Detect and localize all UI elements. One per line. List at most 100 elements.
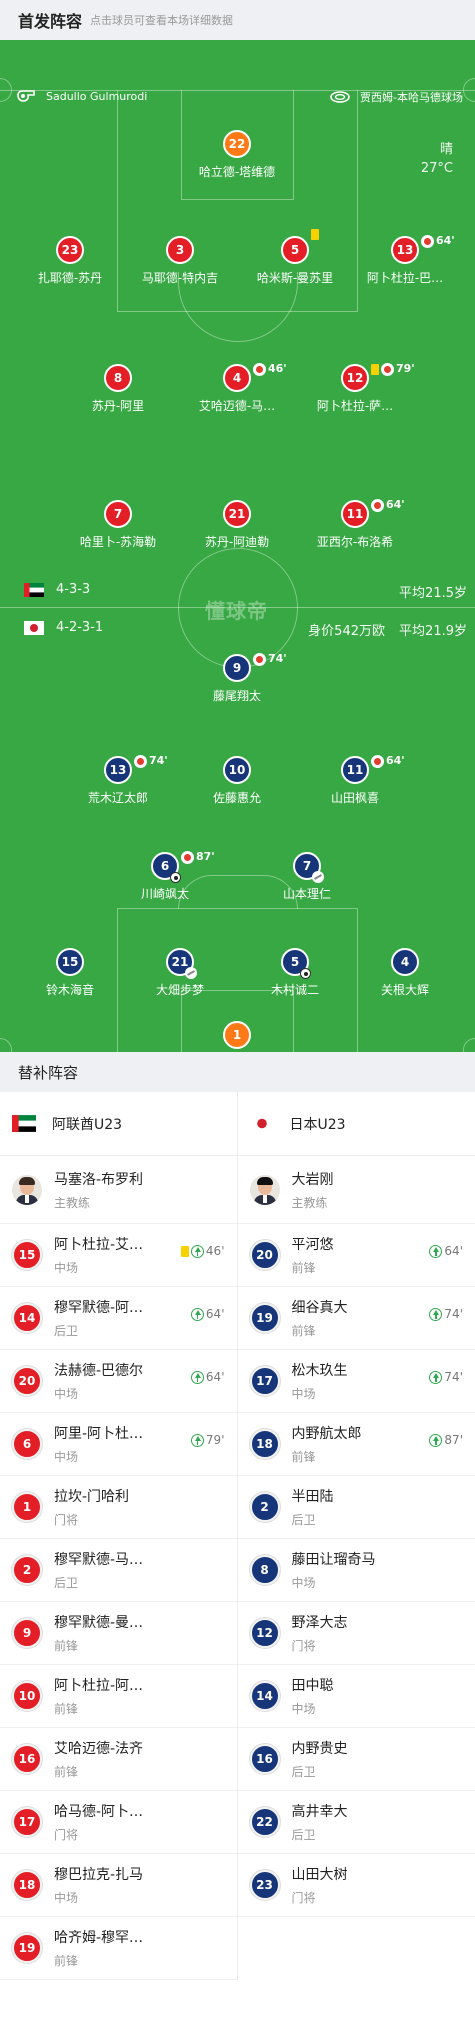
yellow-card-icon	[311, 229, 319, 240]
pitch: Sadullo Gulmurodi 贾西姆-本哈马德球场 晴 27°C 懂球帝 …	[0, 40, 475, 1052]
substitute-row[interactable]: 18 穆巴拉克-扎马 中场	[0, 1854, 237, 1917]
player-token[interactable]: 12 79' 阿卜杜拉-萨…	[295, 362, 415, 414]
player-token[interactable]: 21 苏丹-阿迪勒	[177, 500, 297, 550]
player-position: 前锋	[291, 1450, 316, 1464]
sub-out-icon	[421, 234, 434, 248]
player-name: 穆罕默德-曼…	[54, 1615, 144, 1631]
player-token[interactable]: 1小久保玲央	[177, 1021, 297, 1052]
substitute-row[interactable]: 19 哈齐姆-穆罕… 前锋	[0, 1917, 237, 1980]
player-token[interactable]: 11 64' 亚西尔-布洛希	[295, 498, 415, 550]
player-name: 铃木海音	[45, 983, 94, 997]
player-number: 19	[12, 1933, 42, 1963]
substitute-row[interactable]: 15 阿卜杜拉-艾… 中场 46'	[0, 1224, 237, 1287]
player-token[interactable]: 5 哈米斯-曼苏里	[235, 229, 355, 286]
player-number: 8	[249, 1555, 280, 1585]
player-events	[311, 229, 321, 240]
corner-arc	[0, 1038, 12, 1052]
player-token[interactable]: 9 74' 藤尾翔太	[177, 652, 297, 704]
player-token[interactable]: 15 铃木海音	[10, 948, 130, 998]
away-avg-age: 平均21.9岁	[399, 624, 467, 639]
substitute-row[interactable]: 16 内野贵史 后卫	[237, 1728, 475, 1791]
player-token[interactable]: 7 哈里卜-苏海勒	[58, 500, 178, 550]
substitute-row[interactable]: 10 阿卜杜拉-阿… 前锋	[0, 1665, 237, 1728]
player-name: 哈立德-塔维德	[198, 165, 276, 179]
player-token[interactable]: 21 大畑步梦	[120, 948, 240, 998]
player-name: 苏丹-阿迪勒	[204, 535, 270, 549]
coach-row[interactable]: 马塞洛-布罗利 主教练	[0, 1156, 237, 1224]
substitute-row[interactable]: 18 内野航太郎 前锋 87'	[237, 1413, 475, 1476]
player-number: 2	[249, 1492, 280, 1522]
player-token[interactable]: 6 87' 川崎飒太	[105, 850, 225, 902]
coach-role: 主教练	[54, 1195, 91, 1210]
whistle-icon	[17, 90, 35, 102]
player-events: 79'	[190, 1433, 225, 1447]
substitute-row[interactable]: 17 哈马德-阿卜… 门将	[0, 1791, 237, 1854]
player-token[interactable]: 7 山本理仁	[247, 852, 367, 902]
substitute-row[interactable]: 14 穆罕默德-阿… 后卫 64'	[0, 1287, 237, 1350]
substitute-row[interactable]: 17 松木玖生 中场 74'	[237, 1350, 475, 1413]
player-token[interactable]: 13 64' 阿卜杜拉-巴…	[345, 234, 465, 286]
substitute-row[interactable]: 23 山田大树 门将	[237, 1854, 475, 1917]
sub-in-icon	[429, 1433, 443, 1447]
player-number: 6 87'	[151, 850, 215, 883]
player-info: 田中聪 中场	[292, 1675, 334, 1717]
corner-arc	[463, 78, 475, 102]
substitute-row[interactable]: 16 艾哈迈德-法齐 前锋	[0, 1728, 237, 1791]
player-name: 高井幸大	[291, 1804, 348, 1820]
player-name: 阿卜杜拉-萨…	[316, 399, 394, 413]
player-position: 前锋	[291, 1324, 316, 1338]
substitute-row[interactable]: 9 穆罕默德-曼… 前锋	[0, 1602, 237, 1665]
player-number: 7	[293, 852, 324, 883]
substitute-row[interactable]: 14 田中聪 中场	[237, 1665, 475, 1728]
substitute-row[interactable]: 1 拉坎-门哈利 门将	[0, 1476, 237, 1539]
player-name: 艾哈迈德-法齐	[54, 1741, 144, 1757]
player-token[interactable]: 3 马耶德-特内吉	[120, 236, 240, 286]
player-number: 7	[104, 500, 132, 528]
substitute-row[interactable]: 20 平河悠 前锋 64'	[237, 1224, 475, 1287]
substitutes-columns: 马塞洛-布罗利 主教练 15 阿卜杜拉-艾… 中场 46' 14 穆罕默德-阿… 后卫 64'…	[0, 1156, 475, 1980]
player-token[interactable]: 4 关根大辉	[345, 948, 465, 998]
player-name: 苏丹-阿里	[91, 399, 145, 413]
player-token[interactable]: 22 哈立德-塔维德	[177, 130, 297, 180]
substitute-row[interactable]: 12 野泽大志 门将	[237, 1602, 475, 1665]
substitute-row[interactable]: 2 半田陆 后卫	[237, 1476, 475, 1539]
player-name: 松木玖生	[291, 1363, 348, 1379]
sub-minute: 79'	[396, 362, 415, 375]
player-name: 亚西尔-布洛希	[316, 535, 394, 549]
player-name: 木村诚二	[270, 983, 319, 997]
player-token[interactable]: 5 木村诚二	[235, 948, 355, 998]
away-team-name: 日本U23	[289, 1116, 346, 1133]
sub-minute: 64'	[386, 754, 405, 767]
player-name: 法赫德-巴德尔	[54, 1363, 144, 1379]
substitute-row[interactable]: 2 穆罕默德-马… 后卫	[0, 1539, 237, 1602]
player-info: 穆罕默德-曼… 前锋	[54, 1612, 143, 1654]
coach-row[interactable]: 大岩刚 主教练	[237, 1156, 475, 1224]
player-token[interactable]: 11 64' 山田枫喜	[295, 754, 415, 806]
player-number: 5	[281, 948, 311, 979]
away-formation-row: 4-2-3-1	[24, 620, 103, 635]
temperature: 27°C	[420, 161, 453, 176]
sub-in-icon	[429, 1370, 443, 1384]
coach-avatar	[249, 1174, 280, 1205]
player-token[interactable]: 8 苏丹-阿里	[58, 364, 178, 414]
player-name: 内野航太郎	[291, 1426, 362, 1442]
player-info: 法赫德-巴德尔 中场	[54, 1360, 143, 1402]
player-token[interactable]: 23 扎耶德-苏丹	[10, 236, 130, 286]
substitute-row[interactable]: 22 高井幸大 后卫	[237, 1791, 475, 1854]
sub-out-icon	[253, 652, 266, 666]
substitute-row[interactable]: 20 法赫德-巴德尔 中场 64'	[0, 1350, 237, 1413]
player-name: 细谷真大	[291, 1300, 348, 1316]
substitute-row[interactable]: 8 藤田让瑠奇马 中场	[237, 1539, 475, 1602]
sub-in-icon	[190, 1433, 204, 1447]
player-token[interactable]: 13 74' 荒木辽太郎	[58, 754, 178, 806]
player-events: 64'	[190, 1370, 225, 1384]
home-substitutes: 马塞洛-布罗利 主教练 15 阿卜杜拉-艾… 中场 46' 14 穆罕默德-阿… 后卫 64'…	[0, 1156, 238, 1980]
player-token[interactable]: 4 46' 艾哈迈德-马…	[177, 362, 297, 414]
substitute-row[interactable]: 19 细谷真大 前锋 74'	[237, 1287, 475, 1350]
sub-in-icon	[190, 1244, 204, 1258]
japan-flag	[24, 620, 44, 635]
substitute-row[interactable]: 6 阿里-阿卜杜… 中场 79'	[0, 1413, 237, 1476]
player-token[interactable]: 10 佐藤惠允	[177, 756, 297, 806]
player-info: 艾哈迈德-法齐 前锋	[54, 1738, 143, 1780]
player-events: 64'	[371, 493, 405, 517]
